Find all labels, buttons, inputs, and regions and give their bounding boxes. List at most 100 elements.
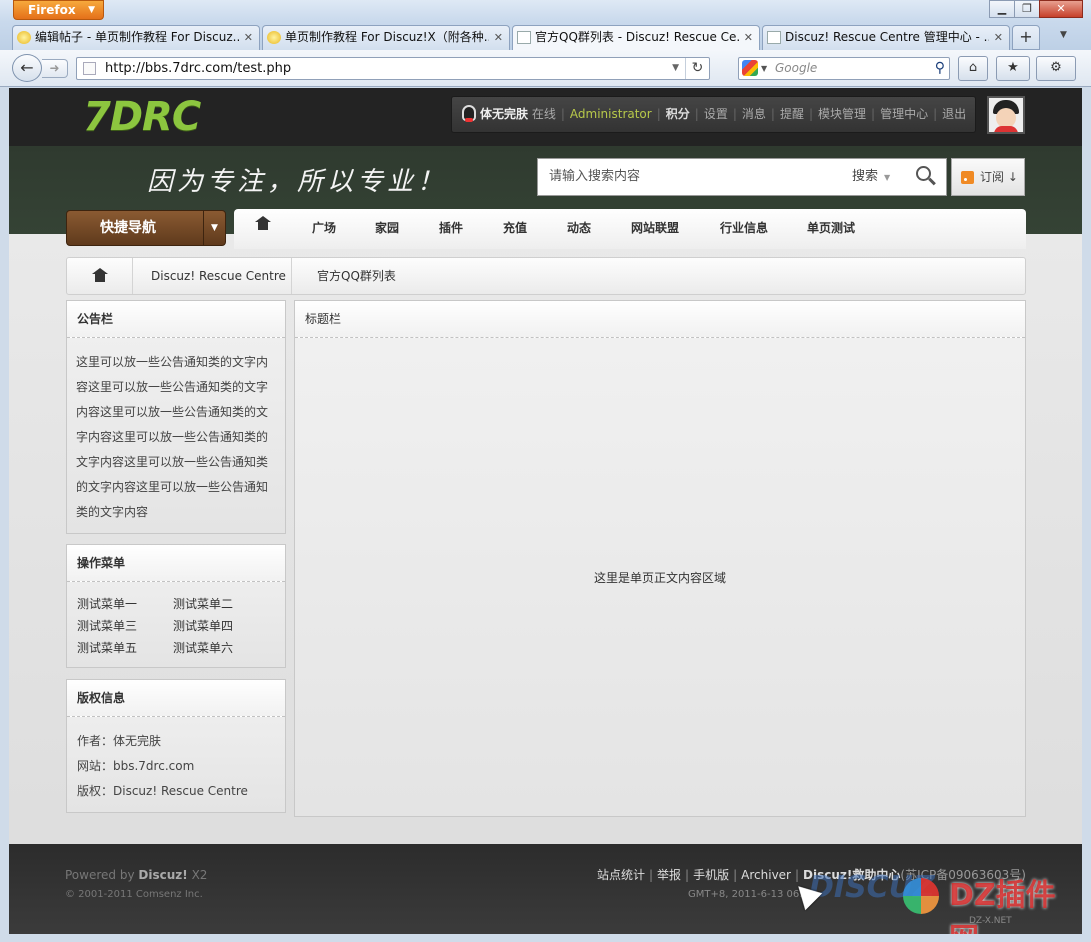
nav-item-home[interactable]: 家园 [375,209,399,247]
content-panel: 标题栏 这里是单页正文内容区域 [294,300,1026,817]
breadcrumb-current[interactable]: 官方QQ群列表 [317,258,396,294]
new-tab-button[interactable]: + [1012,25,1040,50]
notice-line: 的文字内容这里可以放一些公告通知 [76,480,269,494]
main-nav: 广场 家园 插件 充值 动态 网站联盟 行业信息 单页测试 [234,209,1026,249]
search-input[interactable]: 请输入搜索内容 [549,159,640,195]
avatar[interactable] [987,96,1025,134]
menu-item-2[interactable]: 测试菜单二 [173,595,269,613]
reload-icon[interactable]: ↻ [685,58,709,79]
notice-text: 这里可以放一些公告通知类的文字内 容这里可以放一些公告通知类的文字 内容这里可以… [67,338,285,525]
site-logo[interactable]: 7DRC [83,94,201,140]
archiver-link[interactable]: Archiver [741,868,791,882]
home-icon[interactable] [255,216,271,233]
close-tab-icon[interactable]: ✕ [744,26,753,49]
powered-link[interactable]: Discuz! [138,868,187,882]
close-window-button[interactable]: ✕ [1039,0,1083,18]
browser-tab-1[interactable]: 编辑帖子 - 单页制作教程 For Discuz... ✕ [12,25,260,50]
firefox-menu-label: Firefox [28,3,76,17]
addon-button[interactable]: ⚙ [1036,56,1076,81]
tab-label: Discuz! Rescue Centre 管理中心 - ... [785,30,989,44]
copyright-text: 作者：体无完肤 网站：bbs.7drc.com 版权：Discuz! Rescu… [67,717,285,804]
browser-tab-3[interactable]: 官方QQ群列表 - Discuz! Rescue Ce... ✕ [512,25,760,50]
sun-icon [17,31,31,44]
close-tab-icon[interactable]: ✕ [994,26,1003,49]
admin-center-link[interactable]: 管理中心 [880,107,928,121]
mobile-link[interactable]: 手机版 [693,868,729,882]
list-all-tabs-button[interactable]: ▼ [1060,30,1067,40]
nav-item-plaza[interactable]: 广场 [312,209,336,247]
chevron-down-icon: ▼ [884,173,891,182]
powered-prefix: Powered by [65,868,135,882]
subscribe-label: 订阅 [980,170,1005,184]
menu-item-4[interactable]: 测试菜单四 [173,617,269,635]
firefox-menu-button[interactable]: Firefox ▼ [13,0,104,20]
search-type-select[interactable]: 搜索 ▼ [852,159,890,196]
chevron-down-icon[interactable]: ▼ [203,211,225,245]
breadcrumb: Discuz! Rescue Centre 官方QQ群列表 [66,257,1026,295]
chevron-down-icon[interactable]: ▼ [672,58,679,79]
browser-tab-4[interactable]: Discuz! Rescue Centre 管理中心 - ... ✕ [762,25,1010,50]
quick-nav-label: 快捷导航 [100,220,156,236]
back-button[interactable]: ← [12,54,42,82]
online-status[interactable]: 在线 [532,107,556,121]
credits-link[interactable]: 积分 [666,107,690,121]
menu-list: 测试菜单一 测试菜单二 测试菜单三 测试菜单四 测试菜单五 测试菜单六 [67,582,285,657]
notice-line: 文字内容这里可以放一些公告通知类 [76,455,269,469]
breadcrumb-forum[interactable]: Discuz! Rescue Centre [151,258,286,294]
notice-line: 这里可以放一些公告通知类的文字内 [76,355,269,369]
browser-search-bar[interactable]: ▼ Google ⚲ [738,57,950,80]
nav-item-feed[interactable]: 动态 [567,209,591,247]
minimize-button[interactable]: ▁ [989,0,1015,18]
close-tab-icon[interactable]: ✕ [494,26,503,49]
user-info-bar: 体无完肤 在线 | Administrator | 积分 | 设置 | 消息 | 提醒 | 模块管理 | 管… [451,96,976,133]
logout-link[interactable]: 退出 [942,107,966,121]
notice-title: 公告栏 [67,301,285,338]
tab-label: 编辑帖子 - 单页制作教程 For Discuz... [35,30,239,44]
copyright-title: 版权信息 [67,680,285,717]
username-link[interactable]: 体无完肤 [480,107,528,121]
user-group[interactable]: Administrator [570,107,652,121]
copyright-owner: 版权：Discuz! Rescue Centre [77,784,248,798]
report-link[interactable]: 举报 [657,868,681,882]
back-forward-group: ➜ ← [12,54,70,82]
copyright-site[interactable]: 网站：bbs.7drc.com [77,754,275,779]
powered-by: Powered by Discuz! X2 [65,868,207,882]
content-title: 标题栏 [295,301,1025,338]
powered-version: X2 [191,868,208,882]
bookmarks-button[interactable]: ★ [996,56,1030,81]
menu-item-1[interactable]: 测试菜单一 [77,595,173,613]
reminders-link[interactable]: 提醒 [780,107,804,121]
maximize-button[interactable]: ❐ [1014,0,1040,18]
nav-item-single-page[interactable]: 单页测试 [807,209,855,247]
window-border-right [1082,87,1091,934]
messages-link[interactable]: 消息 [742,107,766,121]
stats-link[interactable]: 站点统计 [597,868,645,882]
nav-item-industry[interactable]: 行业信息 [720,209,768,247]
site-search-box: 请输入搜索内容 搜索 ▼ [537,158,947,196]
quick-nav-button[interactable]: 快捷导航 ▼ [66,210,226,246]
home-button[interactable]: ⌂ [958,56,988,81]
menu-item-3[interactable]: 测试菜单三 [77,617,173,635]
navigation-toolbar: ➜ ← http://bbs.7drc.com/test.php ▼ ↻ ▼ G… [0,50,1091,87]
search-icon[interactable] [916,166,938,188]
nav-item-plugins[interactable]: 插件 [439,209,463,247]
google-icon[interactable] [742,60,758,76]
close-tab-icon[interactable]: ✕ [244,26,253,49]
search-icon[interactable]: ⚲ [935,58,945,79]
nav-item-union[interactable]: 网站联盟 [631,209,679,247]
menu-item-6[interactable]: 测试菜单六 [173,639,269,657]
search-type-label: 搜索 [852,169,879,184]
nav-item-recharge[interactable]: 充值 [503,209,527,247]
subscribe-button[interactable]: 订阅 ↓ [951,158,1025,196]
window-titlebar: Firefox ▼ ▁ ❐ ✕ [0,0,1091,22]
block-admin-link[interactable]: 模块管理 [818,107,866,121]
forward-button[interactable]: ➜ [42,59,68,78]
tab-strip: 编辑帖子 - 单页制作教程 For Discuz... ✕ 单页制作教程 For … [0,22,1091,50]
menu-item-5[interactable]: 测试菜单五 [77,639,173,657]
url-bar[interactable]: http://bbs.7drc.com/test.php ▼ ↻ [76,57,710,80]
menu-title: 操作菜单 [67,545,285,582]
home-icon[interactable] [67,258,133,294]
browser-tab-2[interactable]: 单页制作教程 For Discuz!X（附各种... ✕ [262,25,510,50]
page-icon [517,31,531,44]
settings-link[interactable]: 设置 [704,107,728,121]
